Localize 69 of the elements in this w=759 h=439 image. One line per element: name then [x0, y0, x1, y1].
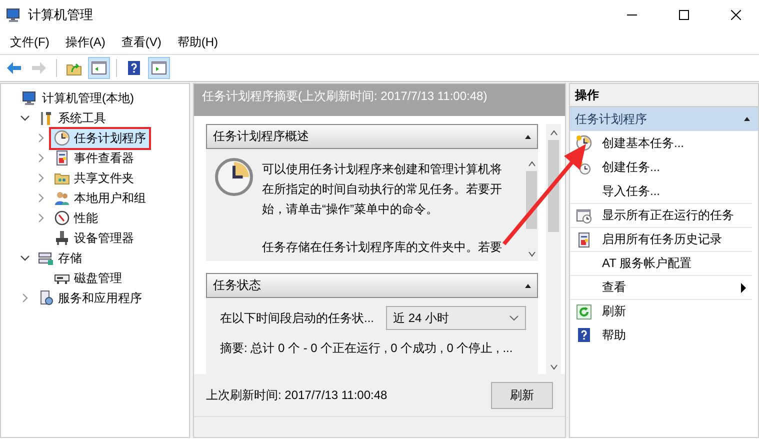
window-clock-icon: [576, 208, 592, 224]
panel-icon: [151, 60, 167, 76]
action-pane-button[interactable]: [148, 57, 170, 79]
maximize-icon: [679, 10, 689, 20]
tree-item[interactable]: 存储: [33, 246, 87, 270]
action-group-header[interactable]: 任务计划程序: [570, 107, 758, 131]
description-text: 任务存储在任务计划程序库的文件夹中。若要: [262, 239, 503, 256]
action-item[interactable]: 刷新: [570, 299, 752, 323]
summary-text: 摘要: 总计 0 个 - 0 个正在运行 , 0 个成功 , 0 个停止 , ...: [220, 340, 514, 357]
console-tree-button[interactable]: [88, 57, 110, 79]
event-log-icon: [576, 232, 592, 248]
tree-item[interactable]: 本地用户和组: [49, 186, 151, 210]
tree-item[interactable]: 磁盘管理: [49, 266, 127, 290]
refresh-button[interactable]: 刷新: [491, 382, 553, 408]
panel-icon: [91, 60, 107, 76]
action-item[interactable]: 帮助: [570, 323, 752, 347]
action-item[interactable]: 查看: [570, 275, 752, 299]
gauge-icon: [54, 210, 70, 226]
tree-item[interactable]: 系统工具: [33, 106, 111, 130]
device-icon: [54, 230, 70, 246]
chevron-down-icon: [509, 313, 520, 323]
services-icon: [38, 290, 54, 306]
storage-icon: [38, 250, 54, 266]
expand-chevron-icon[interactable]: [36, 133, 46, 143]
clock-icon: [214, 157, 254, 197]
description-text: 可以使用任务计划程序来创建和管理计算机将在所指定的时间自动执行的常见任务。若要开始，请单击“操作”菜单中的命令。: [262, 161, 503, 218]
action-item[interactable]: 导入任务...: [570, 179, 752, 203]
tools-icon: [38, 110, 54, 126]
section-header[interactable]: 任务状态: [206, 273, 538, 298]
refresh-icon: [576, 304, 592, 320]
help-icon: [576, 327, 592, 343]
menu-item[interactable]: 文件(F): [2, 34, 58, 50]
collapse-chevron-icon[interactable]: [20, 113, 30, 123]
expand-chevron-icon[interactable]: [36, 173, 46, 183]
computer-icon: [6, 7, 22, 23]
users-icon: [54, 190, 70, 206]
tree-item[interactable]: 计算机管理(本地): [17, 86, 139, 110]
menu-item[interactable]: 帮助(H): [169, 34, 226, 50]
scrollbar-thumb[interactable]: [548, 140, 559, 232]
expand-chevron-icon[interactable]: [36, 153, 46, 163]
right-arrow-icon: [31, 60, 47, 76]
expand-chevron-icon[interactable]: [20, 293, 30, 303]
collapse-chevron-icon[interactable]: [20, 253, 30, 263]
menu-item[interactable]: 操作(A): [57, 34, 114, 50]
window-title: 计算机管理: [28, 6, 93, 24]
close-icon: [731, 10, 741, 20]
actions-header: 操作: [570, 84, 758, 107]
filter-label: 在以下时间段启动的任务状...: [220, 310, 374, 326]
action-item[interactable]: AT 服务帐户配置: [570, 251, 752, 275]
time-range-dropdown[interactable]: 近 24 小时: [386, 306, 526, 330]
expand-chevron-icon[interactable]: [36, 213, 46, 223]
tree-item[interactable]: 性能: [49, 206, 103, 230]
computer-icon: [22, 90, 38, 106]
tree-item[interactable]: 设备管理器: [49, 226, 139, 250]
clock-icon: [54, 130, 70, 146]
expand-chevron-icon[interactable]: [36, 193, 46, 203]
left-arrow-icon: [6, 60, 22, 76]
tree-item[interactable]: 事件查看器: [49, 146, 139, 170]
tree-item[interactable]: 共享文件夹: [49, 166, 139, 190]
action-item[interactable]: 显示所有正在运行的任务: [570, 203, 752, 227]
last-refresh-text: 上次刷新时间: 2017/7/13 11:00:48: [206, 386, 388, 404]
tree-item[interactable]: 服务和应用程序: [33, 286, 147, 310]
help-icon: [126, 60, 142, 76]
summary-header: 任务计划程序摘要(上次刷新时间: 2017/7/13 11:00:48): [194, 84, 565, 116]
event-log-icon: [54, 150, 70, 166]
menu-item[interactable]: 查看(V): [113, 34, 170, 50]
tree-item[interactable]: 任务计划程序: [49, 126, 151, 150]
action-item[interactable]: 启用所有任务历史记录: [570, 227, 752, 251]
section-header[interactable]: 任务计划程序概述: [206, 124, 538, 149]
